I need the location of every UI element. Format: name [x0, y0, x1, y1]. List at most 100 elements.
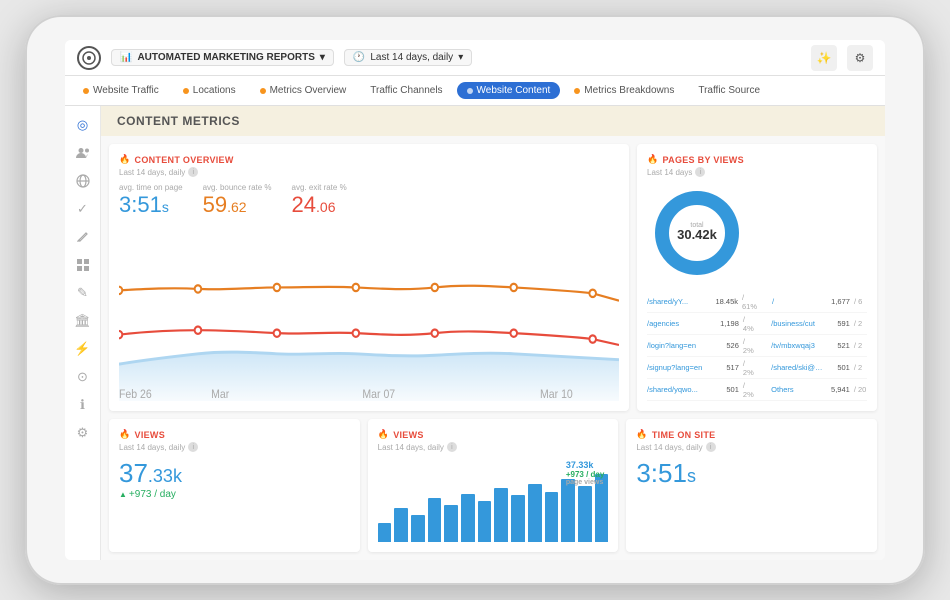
- bar-item: [511, 495, 525, 542]
- tab-website-traffic[interactable]: Website Traffic: [73, 82, 169, 99]
- exit-value: 24.06: [292, 192, 347, 218]
- table-row: /signup?lang=en 517 / 2% /shared/ski@x..…: [647, 357, 867, 379]
- views-bar-fire-icon: 🔥: [378, 429, 390, 440]
- app-logo: [77, 46, 101, 70]
- widgets-grid: 🔥 CONTENT OVERVIEW Last 14 days, daily i…: [101, 136, 885, 560]
- sidebar-icon-circle[interactable]: ⊙: [72, 366, 94, 388]
- time-info-icon: i: [706, 442, 716, 452]
- main-layout: ◎ ✓: [65, 106, 885, 560]
- bar-item: [494, 488, 508, 542]
- sidebar-icon-users[interactable]: [72, 142, 94, 164]
- tab-locations[interactable]: Locations: [173, 82, 246, 99]
- fire-icon: 🔥: [119, 154, 131, 165]
- pages-info-icon: i: [695, 167, 705, 177]
- sidebar-icon-globe[interactable]: [72, 170, 94, 192]
- tab-label: Traffic Source: [698, 85, 760, 96]
- donut-section: total 30.42k: [647, 183, 867, 283]
- time-subtitle: Last 14 days, daily i: [636, 442, 867, 452]
- content-overview-widget: 🔥 CONTENT OVERVIEW Last 14 days, daily i…: [109, 144, 629, 411]
- content-overview-subtitle: Last 14 days, daily i: [119, 167, 619, 177]
- sidebar-icon-gear[interactable]: ⚙: [72, 422, 94, 444]
- tab-dot: [183, 88, 189, 94]
- bar-item: [428, 498, 442, 542]
- tab-label: Metrics Overview: [270, 85, 347, 96]
- tab-traffic-channels[interactable]: Traffic Channels: [360, 82, 452, 99]
- views-trend: +973 / day: [119, 489, 350, 500]
- svg-text:Mar 07: Mar 07: [362, 389, 395, 401]
- sidebar-icon-check[interactable]: ✓: [72, 198, 94, 220]
- tab-metrics-breakdowns[interactable]: Metrics Breakdowns: [564, 82, 684, 99]
- table-row: /shared/yqwo... 501 / 2% Others 5,941 / …: [647, 379, 867, 401]
- pages-by-views-widget: 🔥 PAGES BY VIEWS Last 14 days i: [637, 144, 877, 411]
- avg-time-value: 3:51s: [119, 192, 183, 218]
- views-value: 37.33k: [119, 458, 350, 489]
- sidebar-icon-bolt[interactable]: ⚡: [72, 338, 94, 360]
- donut-chart: total 30.42k: [647, 183, 747, 283]
- views-subtitle: Last 14 days, daily i: [119, 442, 350, 452]
- views-info-icon: i: [188, 442, 198, 452]
- svg-text:Feb 26: Feb 26: [119, 389, 152, 401]
- line-chart: Feb 26 Mar Mar 07 Mar 10: [119, 224, 619, 401]
- exit-rate-metric: avg. exit rate % 24.06: [292, 183, 347, 218]
- tab-dot: [574, 88, 580, 94]
- wand-button[interactable]: ✨: [811, 45, 837, 71]
- top-bar: 📊 AUTOMATED MARKETING REPORTS ▾ 🕐 Last 1…: [65, 40, 885, 76]
- nav-tabs: Website Traffic Locations Metrics Overvi…: [65, 76, 885, 106]
- tab-metrics-overview[interactable]: Metrics Overview: [250, 82, 357, 99]
- bar-item: [478, 501, 492, 542]
- sidebar-icon-table[interactable]: [72, 254, 94, 276]
- content-area: CONTENT METRICS 🔥 CONTENT OVERVIEW: [101, 106, 885, 560]
- sidebar-icon-info[interactable]: ℹ: [72, 394, 94, 416]
- tab-website-content[interactable]: Website Content: [457, 82, 561, 99]
- ipad-home-button[interactable]: [923, 280, 929, 320]
- bar-item: [444, 505, 458, 542]
- date-selector[interactable]: 🕐 Last 14 days, daily ▾: [344, 49, 472, 66]
- sidebar-icon-pencil[interactable]: ✎: [72, 282, 94, 304]
- bar-item: [561, 479, 575, 542]
- ipad-screen: 📊 AUTOMATED MARKETING REPORTS ▾ 🕐 Last 1…: [65, 40, 885, 560]
- table-row: /agencies 1,198 / 4% /business/cut 591 /…: [647, 313, 867, 335]
- pages-table: /shared/yY... 18.45k / 61% / 1,677 / 6: [647, 291, 867, 401]
- sidebar: ◎ ✓: [65, 106, 101, 560]
- views-bar-info-icon: i: [447, 442, 457, 452]
- avg-time-metric: avg. time on page 3:51s: [119, 183, 183, 218]
- bar-item: [378, 523, 392, 542]
- sidebar-icon-dashboard[interactable]: ◎: [72, 114, 94, 136]
- avg-time-label: avg. time on page: [119, 183, 183, 192]
- sidebar-icon-bank[interactable]: 🏛: [72, 310, 94, 332]
- ipad-frame: 📊 AUTOMATED MARKETING REPORTS ▾ 🕐 Last 1…: [25, 15, 925, 585]
- bar-item: [528, 484, 542, 542]
- content-header: CONTENT METRICS: [101, 106, 885, 136]
- report-selector[interactable]: 📊 AUTOMATED MARKETING REPORTS ▾: [111, 49, 334, 66]
- bounce-rate-metric: avg. bounce rate % 59.62: [203, 183, 272, 218]
- content-overview-title: 🔥 CONTENT OVERVIEW: [119, 154, 619, 165]
- views-bar-title: 🔥 VIEWS: [378, 429, 609, 440]
- top-widgets-row: 🔥 CONTENT OVERVIEW Last 14 days, daily i…: [109, 144, 877, 411]
- tab-label: Metrics Breakdowns: [584, 85, 674, 96]
- exit-label: avg. exit rate %: [292, 183, 347, 192]
- tab-dot: [83, 88, 89, 94]
- views-title: 🔥 VIEWS: [119, 429, 350, 440]
- time-fire-icon: 🔥: [636, 429, 648, 440]
- tab-dot: [467, 88, 473, 94]
- content-title: CONTENT METRICS: [117, 114, 869, 128]
- tab-traffic-source[interactable]: Traffic Source: [688, 82, 770, 99]
- dropdown-arrow-icon: ▾: [320, 52, 325, 63]
- bounce-value: 59.62: [203, 192, 272, 218]
- views-bar-subtitle: Last 14 days, daily i: [378, 442, 609, 452]
- tab-dot: [260, 88, 266, 94]
- clock-icon: 🕐: [353, 52, 365, 63]
- tab-label: Locations: [193, 85, 236, 96]
- settings-button[interactable]: ⚙: [847, 45, 873, 71]
- svg-text:Mar: Mar: [211, 389, 229, 401]
- report-icon: 📊: [120, 52, 132, 63]
- time-value: 3:51s: [636, 458, 867, 489]
- report-name: AUTOMATED MARKETING REPORTS: [137, 52, 314, 63]
- sidebar-icon-edit[interactable]: [72, 226, 94, 248]
- pages-title: 🔥 PAGES BY VIEWS: [647, 154, 867, 165]
- bar-item: [461, 494, 475, 542]
- page-name: /shared/yY...: [647, 297, 708, 306]
- bar-item: [578, 486, 592, 542]
- page-views: 18.45k: [712, 297, 738, 306]
- pages-fire-icon: 🔥: [647, 154, 659, 165]
